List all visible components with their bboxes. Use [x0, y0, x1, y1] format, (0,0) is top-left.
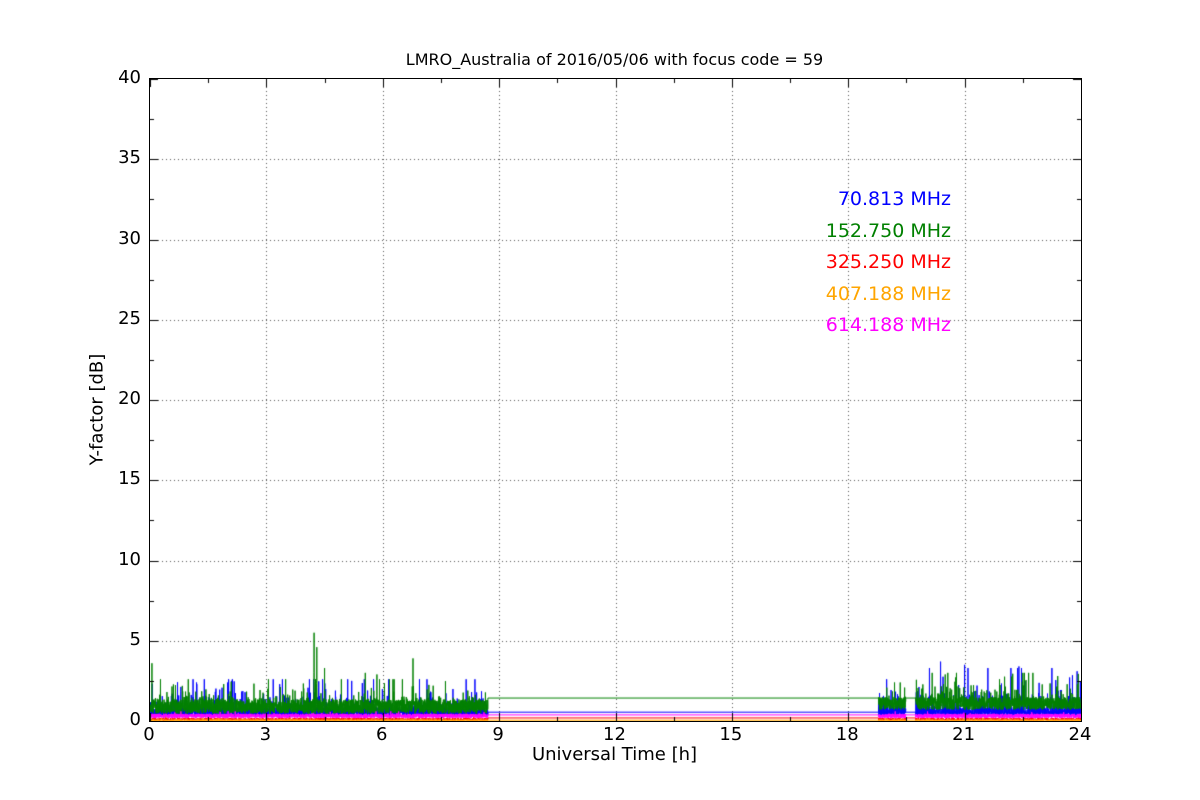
- y-tick-label: 10: [89, 550, 141, 570]
- x-tick-label: 6: [352, 724, 412, 746]
- x-tick-label: 9: [468, 724, 528, 746]
- x-tick-label: 12: [585, 724, 645, 746]
- x-tick-label: 21: [934, 724, 994, 746]
- plot-canvas: [150, 79, 1081, 721]
- y-tick-label: 40: [89, 68, 141, 88]
- x-tick-label: 3: [235, 724, 295, 746]
- y-tick-label: 35: [89, 148, 141, 168]
- legend: 70.813 MHz152.750 MHz325.250 MHz407.188 …: [826, 184, 951, 342]
- x-axis-label: Universal Time [h]: [149, 744, 1080, 765]
- chart-title: LMRO_Australia of 2016/05/06 with focus …: [149, 50, 1080, 74]
- y-tick-label: 25: [89, 309, 141, 329]
- x-tick-label: 15: [701, 724, 761, 746]
- x-tick-label: 0: [119, 724, 179, 746]
- plot-area: 70.813 MHz152.750 MHz325.250 MHz407.188 …: [149, 78, 1082, 722]
- y-tick-label: 5: [89, 630, 141, 650]
- legend-entry: 325.250 MHz: [826, 247, 951, 279]
- y-tick-label: 15: [89, 469, 141, 489]
- legend-entry: 614.188 MHz: [826, 310, 951, 342]
- legend-entry: 407.188 MHz: [826, 279, 951, 311]
- y-tick-label: 20: [89, 389, 141, 409]
- x-tick-label: 18: [817, 724, 877, 746]
- legend-entry: 70.813 MHz: [826, 184, 951, 216]
- x-tick-label: 24: [1050, 724, 1110, 746]
- legend-entry: 152.750 MHz: [826, 216, 951, 248]
- y-tick-label: 30: [89, 229, 141, 249]
